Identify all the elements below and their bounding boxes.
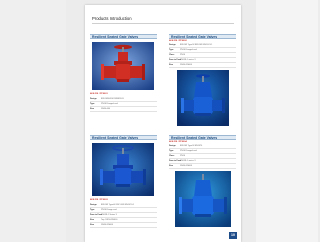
page-number-badge: 10 <box>229 232 237 239</box>
red-gate-valve-image <box>92 42 154 90</box>
product-card-header: Resilient Seated Gate Valves <box>90 34 157 39</box>
spec-key: Face to Face <box>90 214 103 216</box>
spec-key: Design <box>90 98 97 100</box>
spec-value: PN16 Flanged end <box>180 150 197 152</box>
spec-key: Face to Face <box>169 59 182 61</box>
spec-key: Size <box>90 108 95 110</box>
spec-row: Size DN50-DN600 <box>90 223 157 228</box>
spec-key: Type <box>169 49 174 51</box>
spec-key: Type <box>90 209 95 211</box>
spec-value: DN50-DN600 <box>101 224 114 226</box>
spec-row: Size DN50-DN600 <box>169 164 236 169</box>
spec-value: EN558-1 series 3 <box>180 59 196 61</box>
spec-row: Size DN50-DN600 <box>169 63 236 68</box>
document-page: Products Introduction Resilient Seated G… <box>85 5 241 242</box>
product-card-header: Resilient Seated Gate Valves <box>90 135 157 140</box>
spec-value: PN16 Flange end <box>101 209 117 211</box>
product-title: AVK-RS / PF0001 <box>90 93 108 95</box>
product-title: AVK-RS / PF0004 <box>169 141 187 143</box>
spec-key: Class <box>169 54 175 56</box>
spec-value: BS5163 Type B/ BS5163/ EN1074-1 <box>180 44 213 46</box>
product-card-1: Resilient Seated Gate Valves AVK-RS / PF… <box>90 34 157 120</box>
product-card-header: Resilient Seated Gate Valves <box>169 135 236 140</box>
product-card-3: Resilient Seated Gate Valves AVK-RS / PF… <box>90 135 157 235</box>
spec-value: BS5163 Type A / BS 5163 /EN1074-1 <box>101 204 135 206</box>
spec-key: Size <box>90 219 95 221</box>
spec-key: Size <box>90 224 95 226</box>
spec-key: Face to Face <box>169 160 182 162</box>
spec-key: Design <box>90 204 97 206</box>
product-card-2: Resilient Seated Gate Valves AVK-RS / PF… <box>169 34 236 134</box>
spec-value: PN16 Flanged end <box>101 103 118 105</box>
spec-value: DN50-600 <box>101 108 111 110</box>
blue-gate-valve-with-handwheel-image <box>92 143 154 196</box>
product-title: AVK-RS / PF0003 <box>90 199 108 201</box>
spec-value: EN558-1 series 3 <box>180 160 196 162</box>
spec-key: Design <box>169 44 176 46</box>
spec-key: Design <box>169 145 176 147</box>
spec-value: DN50-DN600 <box>180 165 193 167</box>
spec-key: Class <box>169 155 175 157</box>
spec-key: Type <box>169 150 174 152</box>
spec-value: BS5163/EN1074/BS5163 <box>101 98 124 100</box>
spec-value: PN16 Flanged end <box>180 49 197 51</box>
spec-key: Size <box>169 165 174 167</box>
spec-value: DN50-DN600 <box>180 64 193 66</box>
spec-value: BS5163 Type B/ EN1074 <box>180 145 203 147</box>
spec-value: PN16 <box>180 54 186 56</box>
right-margin-area <box>256 0 318 242</box>
product-card-header: Resilient Seated Gate Valves <box>169 34 236 39</box>
spec-key: Type <box>90 103 95 105</box>
spec-key: Size <box>169 64 174 66</box>
page-title: Products Introduction <box>92 16 132 21</box>
title-divider <box>92 23 234 24</box>
product-card-4: Resilient Seated Gate Valves AVK-RS / PF… <box>169 135 236 235</box>
spec-row: Size DN50-600 <box>90 107 157 112</box>
spec-value: PN16 <box>180 155 186 157</box>
blue-gate-valve-image <box>175 171 231 227</box>
spec-value: Top: DN50-DN600 <box>101 219 118 221</box>
left-margin-area <box>0 0 66 242</box>
blue-gate-valve-image <box>177 70 229 126</box>
product-title: AVK-RS / PF0002 <box>169 40 187 42</box>
spec-value: EN558-1 Series 3 <box>101 214 117 216</box>
